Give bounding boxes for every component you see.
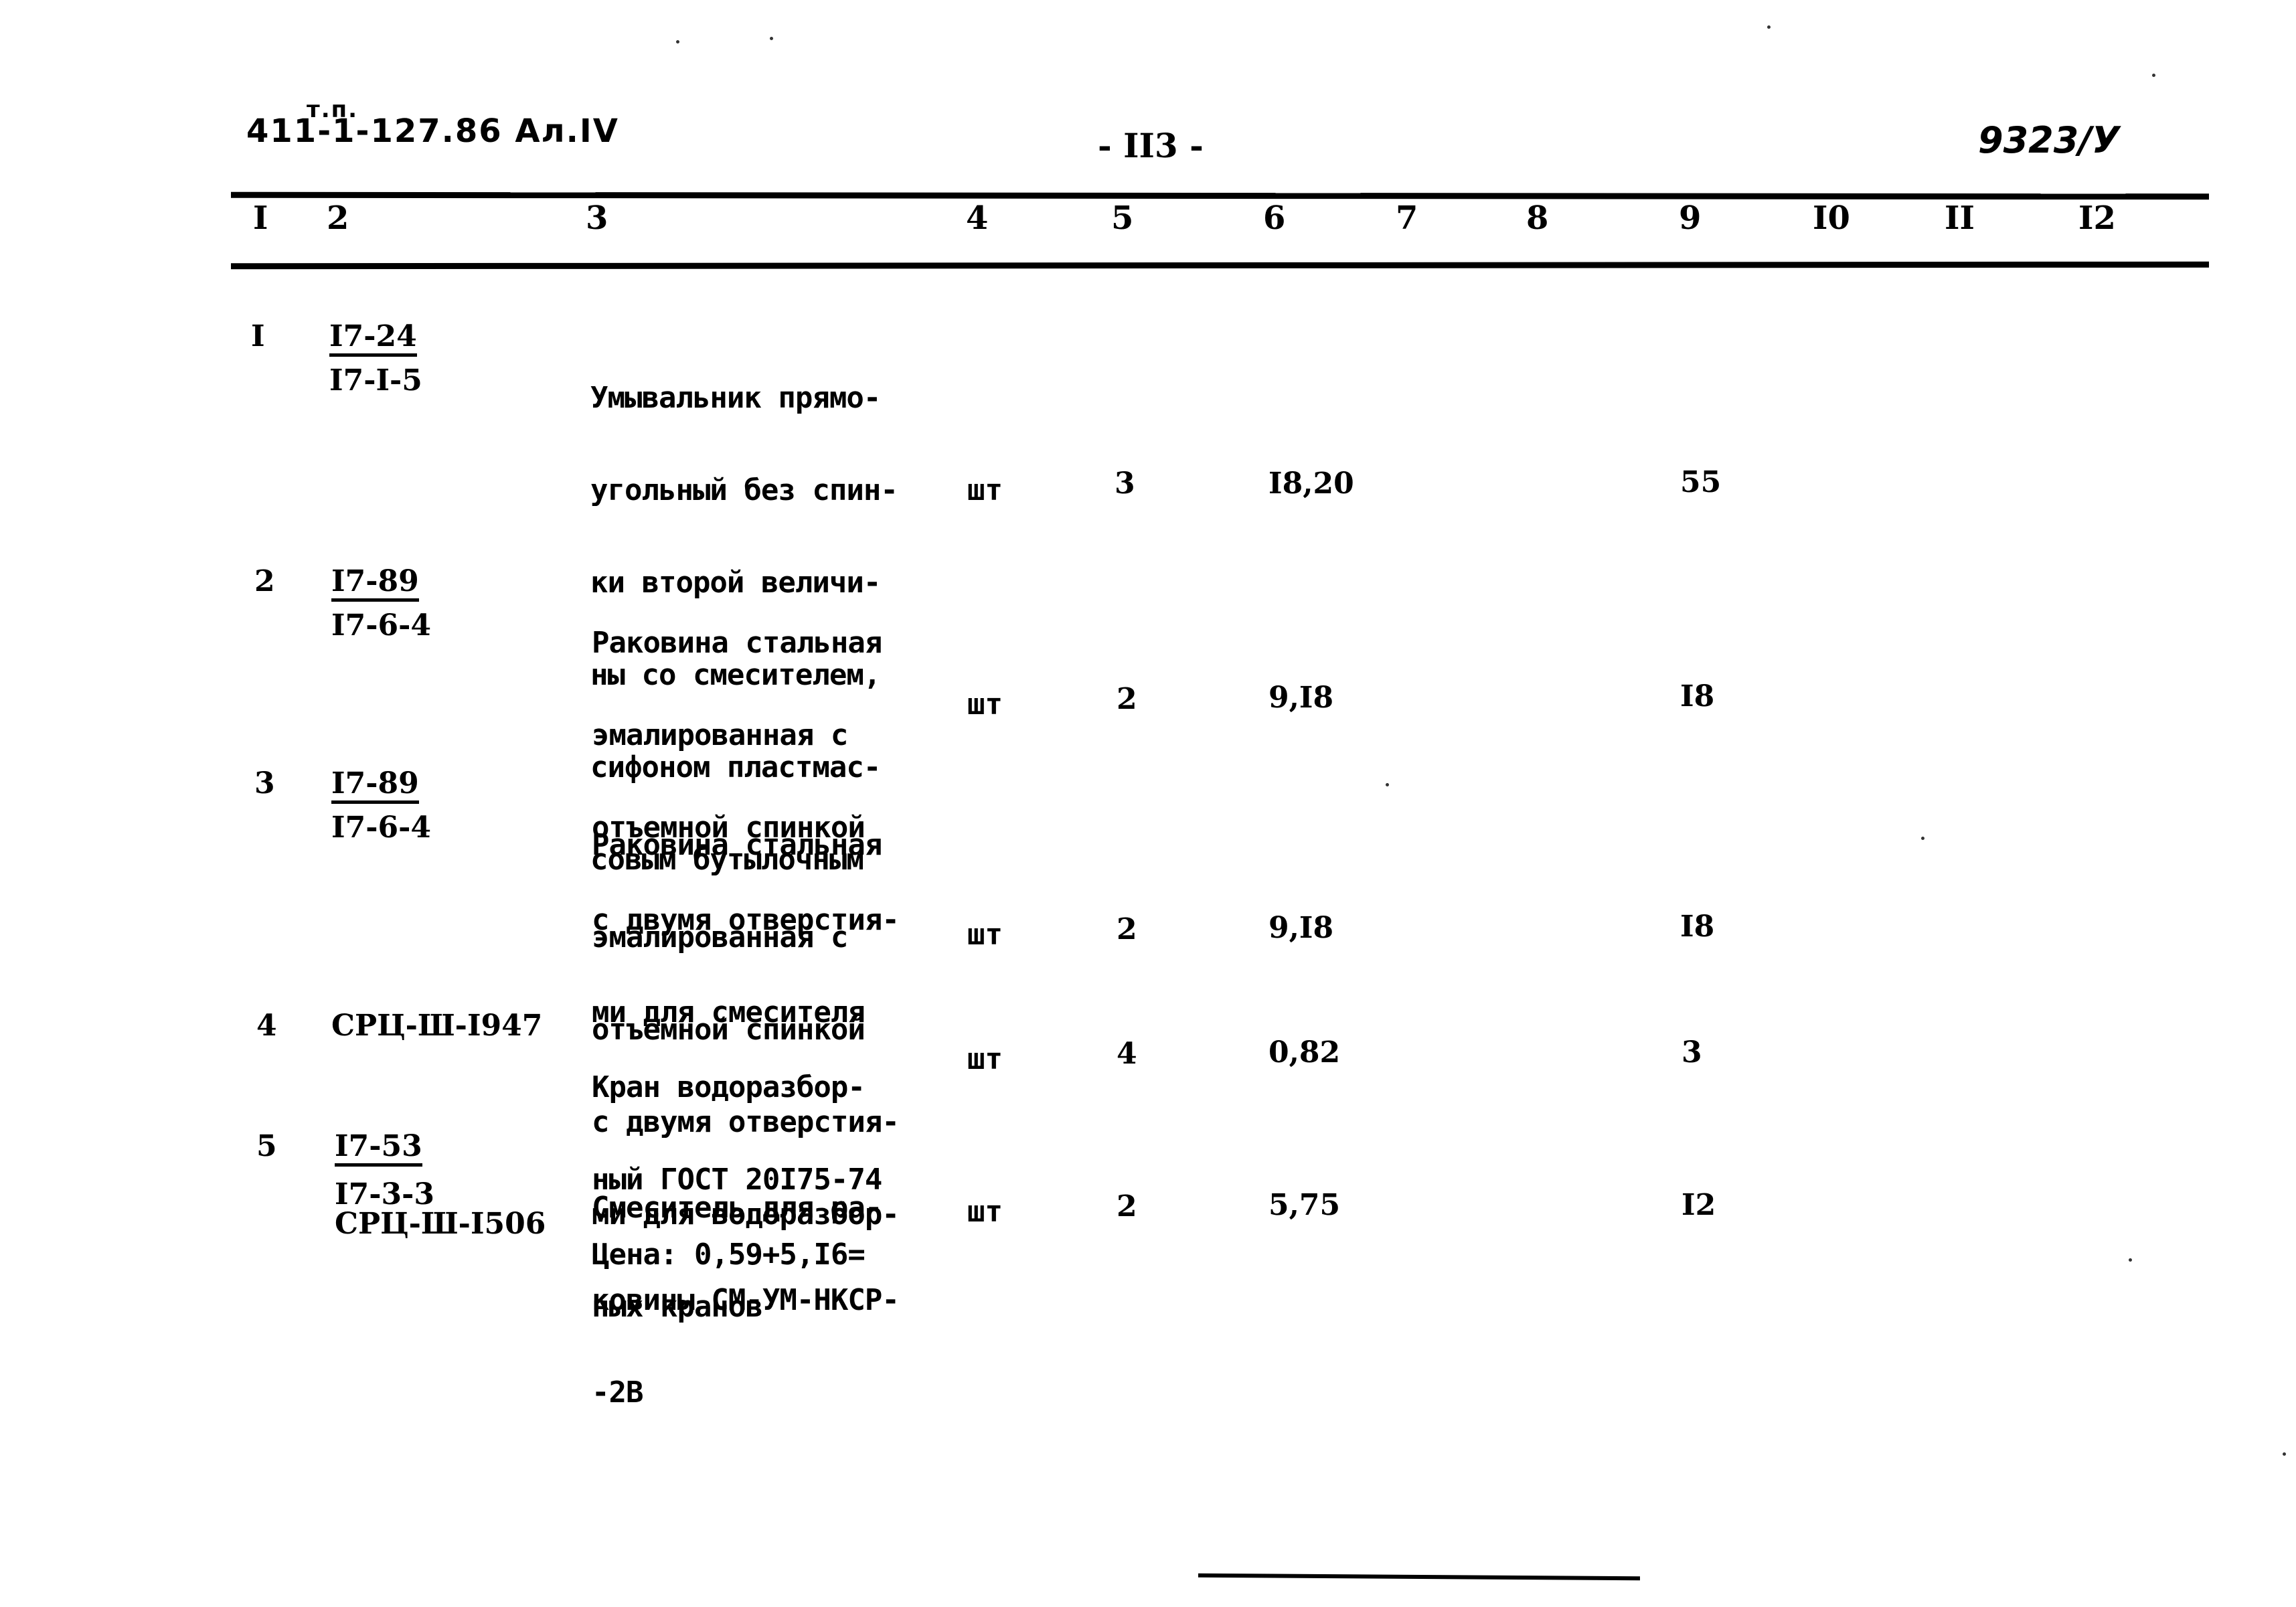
column-header: 7 <box>1396 199 1418 237</box>
column-header: 3 <box>586 199 608 237</box>
reference-bottom: I7-6-4 <box>331 811 431 845</box>
document-code-prefix: т.п. <box>307 96 359 123</box>
reference-top-text: I7-89 <box>331 566 419 602</box>
quantity: 2 <box>1117 682 1137 716</box>
unit: шт <box>967 473 1003 507</box>
description-line: ковины СМ-УМ-НКСР- <box>592 1283 900 1317</box>
row-number: 5 <box>256 1129 277 1163</box>
row-number: 2 <box>254 564 275 598</box>
column-header: 5 <box>1111 199 1134 237</box>
item-description: Смеситель для ра- ковины СМ-УМ-НКСР- -2В <box>592 1131 900 1470</box>
description-line: Раковина стальная <box>592 828 882 862</box>
column-header: 8 <box>1526 199 1549 237</box>
reference-bottom: I7-3-3 <box>335 1177 434 1211</box>
description-line: угольный без спин- <box>590 473 898 507</box>
reference-top: I7-89 <box>331 768 419 804</box>
unit: шт <box>967 918 1003 952</box>
column-header: 9 <box>1679 199 1702 237</box>
column-header: II <box>1945 199 1975 237</box>
reference-top: I7-89 <box>331 566 419 602</box>
reference-bottom: I7-6-4 <box>331 608 431 643</box>
reference-top-text: I7-89 <box>331 768 419 804</box>
reference-top-text: I7-53 <box>335 1131 422 1167</box>
price-note: Цена: 0,59+5,I6= <box>592 1238 866 1272</box>
column-6-value: 9,I8 <box>1268 681 1334 715</box>
quantity: 2 <box>1117 912 1137 946</box>
unit: шт <box>967 1042 1003 1076</box>
quantity: 4 <box>1117 1037 1137 1071</box>
quantity: 3 <box>1115 467 1135 501</box>
column-header: I2 <box>2078 199 2116 237</box>
column-header: I <box>253 199 268 237</box>
scan-speck <box>1921 837 1924 840</box>
column-6-value: 0,82 <box>1268 1035 1341 1070</box>
inventory-number: 9323/У <box>1978 119 2120 161</box>
scan-speck <box>2283 1452 2286 1456</box>
unit: шт <box>967 687 1003 722</box>
scan-speck <box>676 40 679 44</box>
description-line: Умывальник прямо- <box>590 381 881 415</box>
column-header: 6 <box>1263 199 1286 237</box>
column-9-value: 55 <box>1680 465 1722 499</box>
description-line: Смеситель для ра- <box>592 1191 882 1225</box>
document-code: т.п. 411-1-127.86 Ал.IV <box>246 96 619 150</box>
reference-top: СРЦ-Ш-I947 <box>331 1009 543 1043</box>
row-number: 3 <box>254 766 275 800</box>
column-header: 2 <box>327 199 349 237</box>
table-header-top-rule <box>230 191 2210 200</box>
description-line: эмалированная с <box>592 718 848 752</box>
scan-speck <box>2129 1258 2132 1262</box>
reference-top: I7-53 <box>335 1131 422 1167</box>
scan-speck <box>2152 74 2155 77</box>
row-number: 4 <box>256 1009 277 1043</box>
bottom-rule <box>1198 1573 1641 1581</box>
description-line: -2В <box>592 1375 643 1410</box>
quantity: 2 <box>1117 1189 1137 1223</box>
column-9-value: 3 <box>1682 1035 1702 1070</box>
table-header-bottom-rule <box>230 261 2210 270</box>
reference-top-text: I7-24 <box>329 321 417 357</box>
scan-speck <box>770 37 773 40</box>
column-9-value: I2 <box>1682 1188 1716 1222</box>
description-line: эмалированная с <box>592 920 848 954</box>
column-9-value: I8 <box>1680 679 1715 713</box>
description-line: Раковина стальная <box>592 626 882 660</box>
row-number: I <box>251 319 265 353</box>
column-header: 4 <box>966 199 989 237</box>
column-9-value: I8 <box>1680 910 1715 944</box>
column-6-value: 5,75 <box>1268 1188 1341 1222</box>
document-code-text: 411-1-127.86 Ал.IV <box>246 112 619 150</box>
scan-speck <box>1767 25 1771 29</box>
scan-speck <box>1386 783 1389 786</box>
reference-bottom: СРЦ-Ш-I506 <box>335 1207 546 1241</box>
page-number: - II3 - <box>1098 126 1204 165</box>
column-6-value: 9,I8 <box>1268 911 1334 945</box>
reference-top: I7-24 <box>329 321 417 357</box>
reference-bottom: I7-I-5 <box>329 363 422 398</box>
unit: шт <box>967 1195 1003 1229</box>
column-header: I0 <box>1813 199 1850 237</box>
column-6-value: I8,20 <box>1268 467 1354 501</box>
description-line: Кран водоразбор- <box>592 1070 866 1104</box>
